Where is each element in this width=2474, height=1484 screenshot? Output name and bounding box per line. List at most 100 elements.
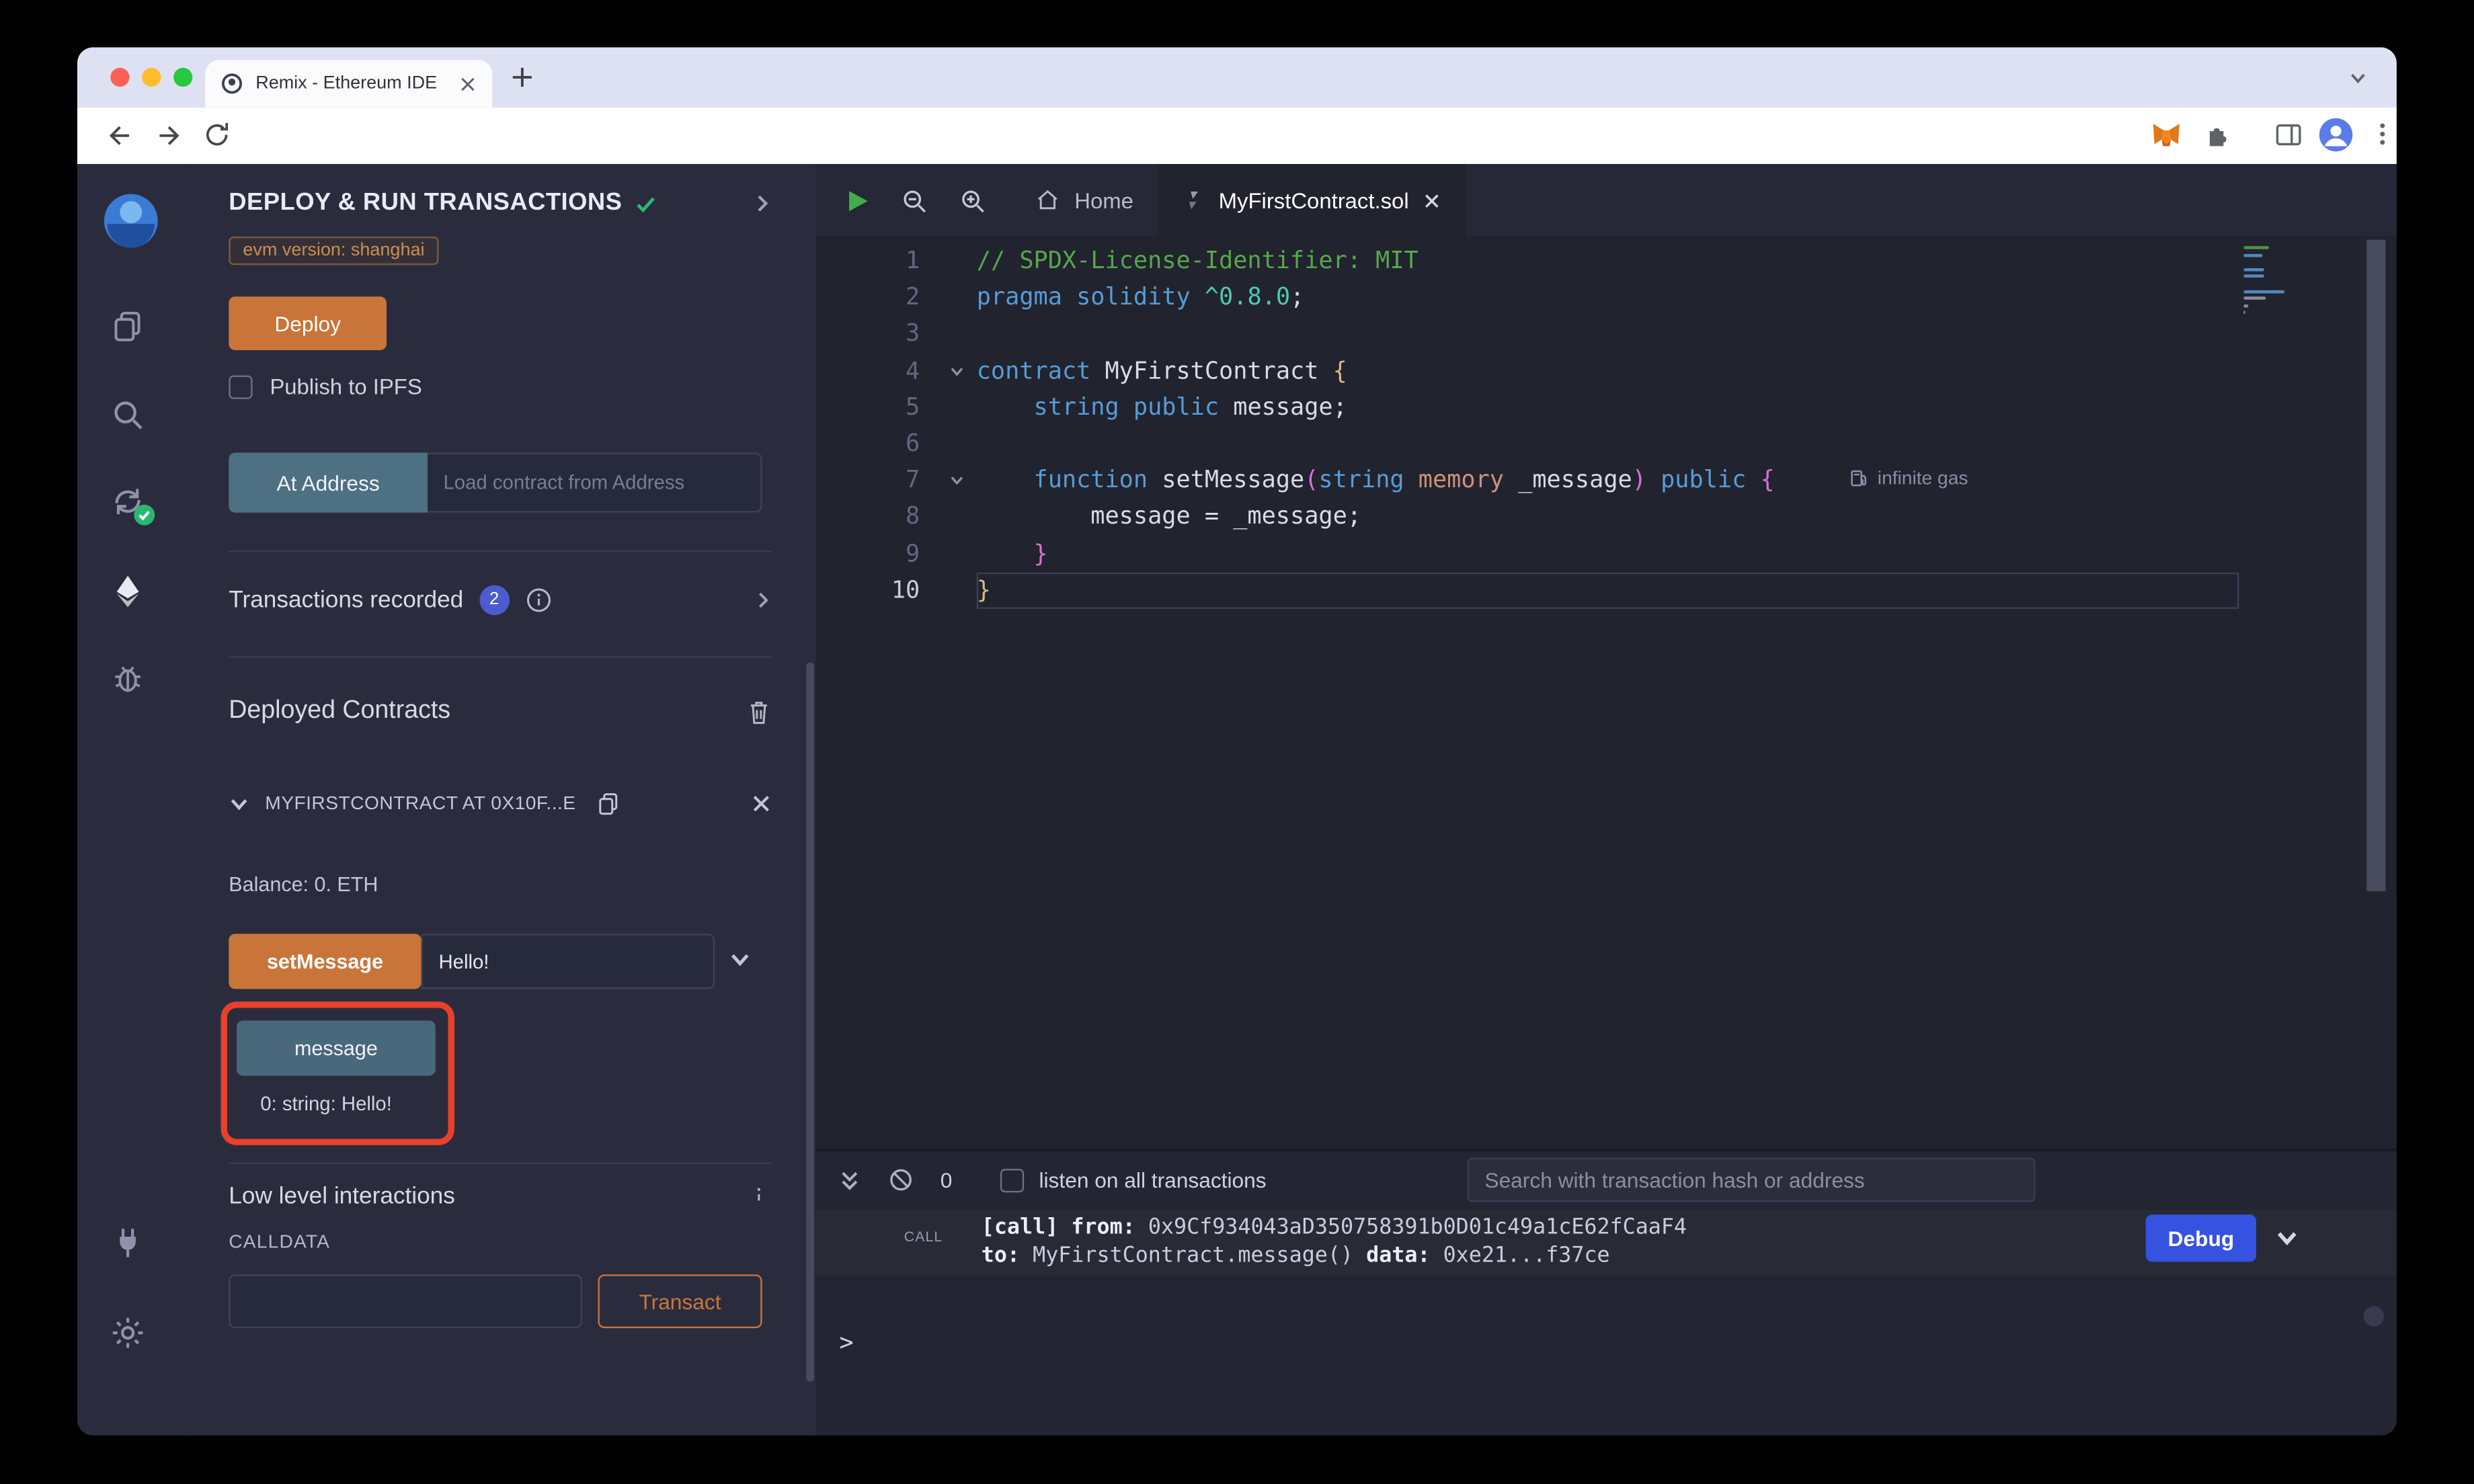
line-number: 10 (815, 572, 935, 608)
tab-close-icon[interactable] (459, 75, 477, 92)
browser-tab[interactable]: Remix - Ethereum IDE (205, 60, 492, 107)
low-level-info-icon[interactable] (746, 1183, 772, 1208)
solidity-compiler-icon[interactable] (109, 483, 153, 527)
terminal-search-input[interactable] (1468, 1158, 2036, 1202)
code-line-6[interactable]: 6 (815, 426, 2397, 462)
extensions-puzzle-icon[interactable] (2201, 120, 2231, 150)
window-close-button[interactable] (110, 68, 129, 87)
close-tab-icon[interactable] (1423, 192, 1441, 209)
set-message-button[interactable]: setMessage (229, 934, 421, 989)
file-explorer-icon[interactable] (109, 308, 153, 352)
fold-chevron-icon[interactable] (936, 462, 977, 499)
code-line-4[interactable]: 4 contract MyFirstContract { (815, 353, 2397, 389)
env-check-icon (635, 192, 658, 215)
low-level-heading: Low level interactions (229, 1182, 455, 1209)
deployed-contract-title[interactable]: MYFIRSTCONTRACT AT 0X10F...E (265, 792, 575, 814)
editor-region: Home MyFirstContract.sol 1// SPDX-Licens… (815, 164, 2397, 1436)
code-line-9[interactable]: 9 } (815, 536, 2397, 572)
at-address-input[interactable] (428, 453, 762, 513)
from-address[interactable]: 0x9Cf934043aD350758391b0D01c49a1cE62fCaa… (1148, 1214, 1687, 1240)
settings-gear-icon[interactable] (109, 1314, 153, 1358)
message-getter-button[interactable]: message (237, 1020, 436, 1075)
set-message-input[interactable] (422, 934, 715, 989)
debugger-icon[interactable] (109, 659, 153, 704)
code-text: pragma solidity ^0.8.0; (977, 280, 1304, 316)
at-address-button[interactable]: At Address (229, 453, 428, 513)
forward-button[interactable] (153, 120, 185, 151)
editor-scrollbar[interactable] (2366, 240, 2385, 891)
trash-icon[interactable] (746, 698, 772, 725)
code-line-3[interactable]: 3 (815, 316, 2397, 352)
zoom-out-icon[interactable] (900, 186, 930, 216)
new-tab-button[interactable] (510, 65, 535, 90)
message-return-value: 0: string: Hello! (260, 1093, 392, 1115)
code-line-5[interactable]: 5 string public message; (815, 389, 2397, 425)
fold-chevron-icon[interactable] (936, 353, 977, 389)
transactions-info-icon[interactable] (525, 586, 552, 613)
code-editor[interactable]: 1// SPDX-License-Identifier: MIT2pragma … (815, 237, 2397, 1149)
window-zoom-button[interactable] (173, 68, 192, 87)
remove-contract-icon[interactable] (751, 792, 772, 813)
browser-menu-icon[interactable] (2368, 120, 2397, 148)
line-number: 4 (815, 353, 935, 389)
solidity-file-icon (1184, 190, 1205, 212)
run-script-play-icon[interactable] (844, 187, 871, 214)
remix-app: DEPLOY & RUN TRANSACTIONS evm version: s… (77, 164, 2397, 1436)
transactions-expand-chevron-icon[interactable] (754, 589, 772, 610)
log-expand-chevron-icon[interactable] (2275, 1226, 2299, 1249)
code-line-1[interactable]: 1// SPDX-License-Identifier: MIT (815, 243, 2397, 279)
line-number: 9 (815, 536, 935, 572)
panel-scrollbar[interactable] (806, 663, 814, 1382)
remix-logo[interactable] (98, 188, 165, 254)
balance-label: Balance: 0. ETH (229, 872, 378, 895)
to-value[interactable]: MyFirstContract.message() (1033, 1243, 1353, 1268)
call-tag: [call] (982, 1214, 1058, 1240)
transact-button[interactable]: Transact (598, 1274, 762, 1328)
code-line-10[interactable]: 10} (815, 572, 2397, 608)
code-line-8[interactable]: 8 message = _message; (815, 499, 2397, 535)
terminal-scroll-dot[interactable] (2364, 1306, 2385, 1327)
terminal-prompt[interactable]: > (840, 1328, 854, 1356)
code-text: // SPDX-License-Identifier: MIT (977, 243, 1419, 279)
debug-button[interactable]: Debug (2146, 1214, 2256, 1262)
code-line-2[interactable]: 2pragma solidity ^0.8.0; (815, 280, 2397, 316)
expand-params-chevron-icon[interactable] (729, 948, 751, 970)
line-number: 5 (815, 389, 935, 425)
back-button[interactable] (104, 120, 136, 151)
search-icon[interactable] (109, 396, 153, 440)
home-icon (1035, 188, 1061, 213)
to-label: to: (982, 1243, 1020, 1268)
deploy-button[interactable]: Deploy (229, 296, 387, 350)
publish-ipfs-checkbox[interactable] (229, 374, 252, 398)
tab-home[interactable]: Home (1010, 164, 1158, 237)
window-minimize-button[interactable] (142, 68, 161, 87)
calldata-input[interactable] (229, 1274, 582, 1328)
panel-expand-chevron-icon[interactable] (752, 192, 771, 214)
editor-minimap[interactable] (2243, 246, 2290, 319)
divider (229, 550, 771, 552)
metamask-extension-icon[interactable] (2151, 120, 2182, 151)
fold-chevron-icon (936, 499, 977, 535)
terminal-log-entry[interactable]: CALL [call] from: 0x9Cf934043aD350758391… (815, 1210, 2397, 1276)
collapse-terminal-icon[interactable] (838, 1168, 861, 1192)
browser-window: Remix - Ethereum IDE remix.ethereum.org/… (77, 47, 2397, 1435)
deploy-run-icon[interactable] (109, 573, 153, 617)
code-text: function setMessage(string memory _messa… (977, 462, 1775, 499)
code-text: contract MyFirstContract { (977, 353, 1347, 389)
profile-avatar[interactable] (2318, 117, 2354, 153)
listen-transactions-checkbox[interactable] (1000, 1168, 1023, 1192)
fold-chevron-icon (936, 426, 977, 462)
contract-collapse-chevron-icon[interactable] (229, 792, 249, 813)
hidden-transactions-count: 0 (941, 1168, 953, 1192)
from-label: from: (1071, 1214, 1135, 1240)
reload-button[interactable] (202, 120, 232, 150)
tab-overview-chevron-icon[interactable] (2348, 68, 2368, 89)
data-value[interactable]: 0xe21...f37ce (1443, 1243, 1610, 1268)
plugin-manager-icon[interactable] (109, 1224, 153, 1268)
side-panel-icon[interactable] (2274, 120, 2304, 150)
tab-myfirstcontract[interactable]: MyFirstContract.sol (1158, 164, 1466, 237)
clear-console-icon[interactable] (888, 1167, 914, 1193)
code-line-7[interactable]: 7 function setMessage(string memory _mes… (815, 462, 2397, 499)
copy-address-icon[interactable] (595, 790, 622, 817)
zoom-in-icon[interactable] (958, 186, 988, 216)
